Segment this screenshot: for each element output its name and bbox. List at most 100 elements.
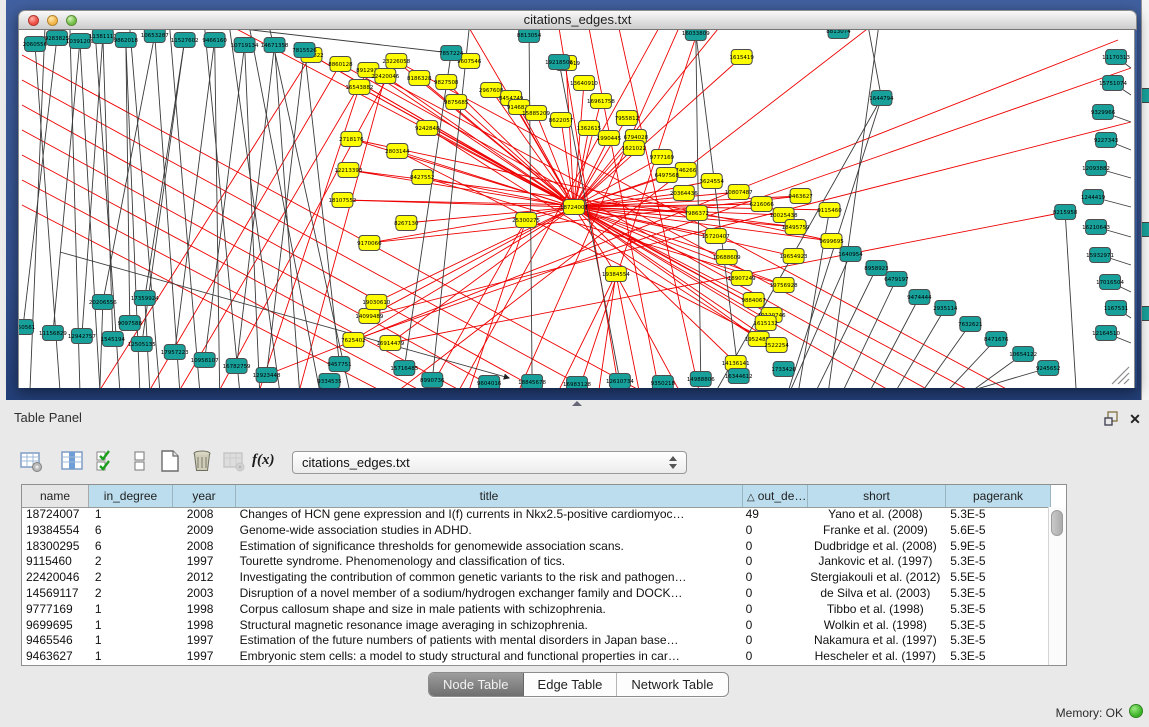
network-node[interactable]: 19384554	[602, 267, 630, 282]
minimize-window-icon[interactable]	[47, 15, 58, 26]
network-node[interactable]: 9457751	[327, 357, 351, 372]
network-node[interactable]: 10807487	[725, 185, 753, 200]
network-node[interactable]: 16782759	[223, 359, 251, 374]
network-node[interactable]: 8215958	[1053, 205, 1078, 220]
network-node[interactable]: 8427552	[410, 170, 434, 185]
network-node[interactable]: 12923448	[253, 368, 281, 383]
network-node[interactable]: 8471676	[984, 332, 1009, 347]
table-row[interactable]: 1938455462009Genome-wide association stu…	[22, 523, 1049, 539]
network-node[interactable]: 8813074	[826, 30, 851, 39]
float-window-icon[interactable]	[1102, 411, 1120, 427]
network-node[interactable]: 16543882	[345, 80, 373, 95]
network-node[interactable]: 9329966	[1091, 105, 1116, 120]
network-node[interactable]: 9334535	[317, 374, 342, 389]
close-icon[interactable]: ✕	[1126, 411, 1144, 427]
column-header-in_degree[interactable]: in_degree	[89, 485, 173, 507]
network-node[interactable]: 23226058	[382, 54, 410, 69]
network-node[interactable]: 9350218	[651, 376, 676, 389]
network-node[interactable]: 11170313	[1102, 50, 1130, 65]
network-node[interactable]: 1362615	[577, 121, 602, 136]
network-node[interactable]: 6479197	[884, 272, 909, 287]
network-node[interactable]: 1990445	[597, 131, 622, 146]
network-node[interactable]: 11156829	[39, 326, 67, 341]
network-node[interactable]: 18845678	[518, 375, 546, 389]
network-node[interactable]: 8990736	[420, 373, 445, 388]
network-node[interactable]: 7815526	[292, 43, 317, 58]
network-node[interactable]: 12505135	[128, 337, 156, 352]
network-node[interactable]: 7625402	[341, 333, 365, 348]
network-node[interactable]: 19756928	[770, 278, 798, 293]
network-node[interactable]: 9227343	[1094, 133, 1119, 148]
panel-divider-handle[interactable]	[572, 401, 582, 406]
network-node[interactable]: 10719134	[231, 38, 259, 53]
network-node[interactable]: 19654923	[780, 249, 808, 264]
new-table-icon[interactable]	[158, 449, 182, 473]
network-node[interactable]: 8958923	[864, 261, 889, 276]
network-node[interactable]: 8186328	[407, 71, 432, 86]
table-row[interactable]: 977716911998Corpus callosum shape and si…	[22, 602, 1049, 618]
network-node[interactable]: 25300275	[512, 213, 540, 228]
network-node[interactable]: 18495759	[782, 220, 810, 235]
network-node[interactable]: 1621022	[622, 141, 646, 156]
network-node[interactable]: 1167531	[1104, 301, 1128, 316]
network-node[interactable]: 11527602	[171, 33, 199, 48]
table-scrollbar[interactable]	[1048, 507, 1066, 665]
network-node[interactable]: 9245652	[1036, 361, 1060, 376]
column-header-year[interactable]: year	[173, 485, 236, 507]
network-node[interactable]: 20364436	[670, 186, 698, 201]
delete-column-icon[interactable]	[222, 449, 246, 473]
network-node[interactable]: 18724007	[560, 200, 588, 215]
network-node[interactable]: 17957223	[161, 345, 189, 360]
network-node[interactable]: 9604016	[477, 376, 502, 389]
network-node[interactable]: 8350561	[19, 320, 35, 335]
table-row[interactable]: 1830029562008Estimation of significance …	[22, 539, 1049, 555]
delete-table-icon[interactable]	[190, 449, 214, 473]
network-node[interactable]: 8622057	[549, 113, 574, 128]
column-header-short[interactable]: short	[808, 485, 946, 507]
network-node[interactable]: 1615419	[729, 50, 754, 65]
network-node[interactable]: 16344612	[725, 369, 753, 384]
network-node[interactable]: 15885209	[522, 106, 550, 121]
network-node[interactable]: 22420046	[371, 69, 399, 84]
table-row[interactable]: 969969511998Structural magnetic resonanc…	[22, 618, 1049, 634]
zoom-window-icon[interactable]	[66, 15, 77, 26]
network-node[interactable]: 17359924	[131, 291, 159, 306]
table-row[interactable]: 1872400712008Changes of HCN gene express…	[22, 507, 1049, 523]
window-titlebar[interactable]: citations_edges.txt	[18, 10, 1137, 30]
network-node[interactable]: 13640910	[570, 76, 598, 91]
network-node[interactable]: 16033809	[682, 30, 710, 41]
network-node[interactable]: 1615132	[753, 316, 777, 331]
network-node[interactable]: 19030610	[362, 295, 390, 310]
network-node[interactable]: 10653287	[141, 30, 169, 43]
network-node[interactable]: 8267130	[394, 216, 419, 231]
network-node[interactable]: 9875685	[444, 95, 469, 110]
network-node[interactable]: 9242848	[415, 121, 440, 136]
network-graph[interactable]: 1872400727181761221339318107552917006684…	[19, 30, 1134, 388]
network-node[interactable]: 8860128	[328, 57, 353, 72]
network-node[interactable]: 12093882	[1082, 161, 1110, 176]
show-columns-icon[interactable]	[60, 449, 84, 473]
table-settings-icon[interactable]	[19, 449, 43, 473]
tab-node-table[interactable]: Node Table	[429, 673, 524, 696]
function-builder-icon[interactable]: f(x)	[252, 452, 278, 476]
network-node[interactable]: 9884067	[741, 293, 766, 308]
table-row[interactable]: 946362711997Embryonic stem cells: a mode…	[22, 649, 1049, 665]
column-header-title[interactable]: title	[236, 485, 743, 507]
network-node[interactable]: 9466160	[202, 33, 227, 48]
network-node[interactable]: 7986372	[685, 206, 709, 221]
network-node[interactable]: 19218506	[545, 55, 573, 70]
network-node[interactable]: 17016504	[1096, 275, 1124, 290]
network-node[interactable]: 1733426	[771, 362, 796, 377]
network-node[interactable]: 18907249	[728, 271, 756, 286]
network-node[interactable]: 18107552	[328, 193, 356, 208]
tab-edge-table[interactable]: Edge Table	[524, 673, 618, 696]
network-node[interactable]: 9699695	[819, 234, 844, 249]
network-node[interactable]: 3624554	[700, 174, 725, 189]
network-node[interactable]: 14671358	[261, 38, 289, 53]
network-node[interactable]: 10688609	[713, 250, 741, 265]
column-header-name[interactable]: name	[22, 485, 89, 507]
network-node[interactable]: 1244419	[1081, 190, 1106, 205]
network-node[interactable]: 2803144	[385, 144, 410, 159]
network-node[interactable]: 2718176	[339, 132, 364, 147]
table-selector-dropdown[interactable]: citations_edges.txt	[292, 451, 687, 474]
